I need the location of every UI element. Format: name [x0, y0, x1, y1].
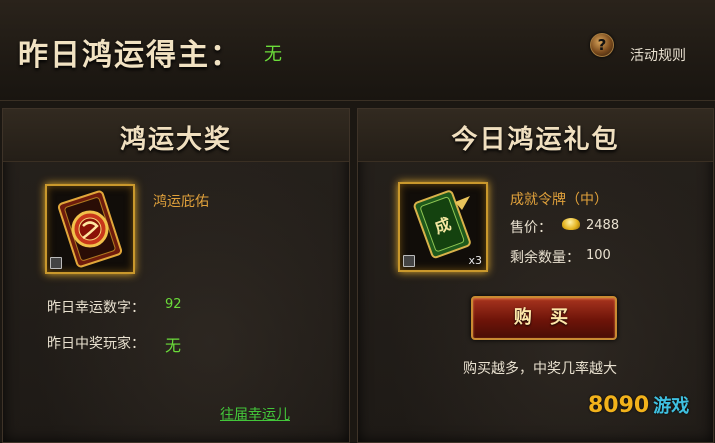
- grand-prize-title: 鸿运大奖: [119, 125, 232, 155]
- grand-prize-header: 鸿运大奖: [3, 109, 349, 162]
- grand-prize-item-name: 鸿运庇佑: [153, 194, 209, 210]
- yesterday-winner-title: 昨日鸿运得主：: [18, 38, 242, 73]
- lock-icon: [403, 255, 415, 267]
- lucky-number-label: 昨日幸运数字：: [47, 300, 145, 316]
- gift-pack-item-name: 成就令牌（中）: [510, 192, 608, 208]
- watermark-logo: 8090: [588, 393, 650, 418]
- remaining-quantity-value: 100: [586, 248, 611, 263]
- buy-button[interactable]: 购 买: [471, 296, 617, 340]
- yesterday-prize-winner-value: 无: [165, 336, 182, 355]
- item-quantity: x3: [468, 254, 482, 267]
- gold-ingot-icon: [562, 218, 580, 230]
- yesterday-winner-value: 无: [264, 44, 282, 65]
- grand-prize-panel: 鸿运大奖 鸿运庇佑 昨日幸运数字： 92 昨日中奖玩家： 无 往届幸运儿: [2, 108, 350, 443]
- daily-gift-pack-header: 今日鸿运礼包: [358, 109, 713, 162]
- lock-icon: [50, 257, 62, 269]
- past-winners-link[interactable]: 往届幸运儿: [220, 404, 290, 424]
- daily-gift-pack-title: 今日鸿运礼包: [451, 125, 620, 155]
- site-watermark: 8090 游戏: [588, 392, 713, 438]
- yesterday-prize-winner-label: 昨日中奖玩家：: [47, 336, 145, 352]
- price-value: 2488: [586, 218, 620, 233]
- remaining-quantity-label: 剩余数量：: [510, 250, 580, 266]
- price-label: 售价：: [510, 220, 552, 236]
- grand-prize-item-slot[interactable]: [45, 184, 135, 274]
- purchase-tagline: 购买越多，中奖几率越大: [463, 361, 617, 377]
- activity-rules-link[interactable]: 活动规则: [630, 45, 686, 65]
- lucky-number-value: 92: [165, 297, 182, 312]
- header-banner: 昨日鸿运得主： 无 ? 活动规则: [0, 0, 715, 101]
- gift-pack-item-slot[interactable]: 成 x3: [398, 182, 488, 272]
- help-icon[interactable]: ?: [590, 33, 614, 57]
- watermark-suffix: 游戏: [653, 396, 690, 417]
